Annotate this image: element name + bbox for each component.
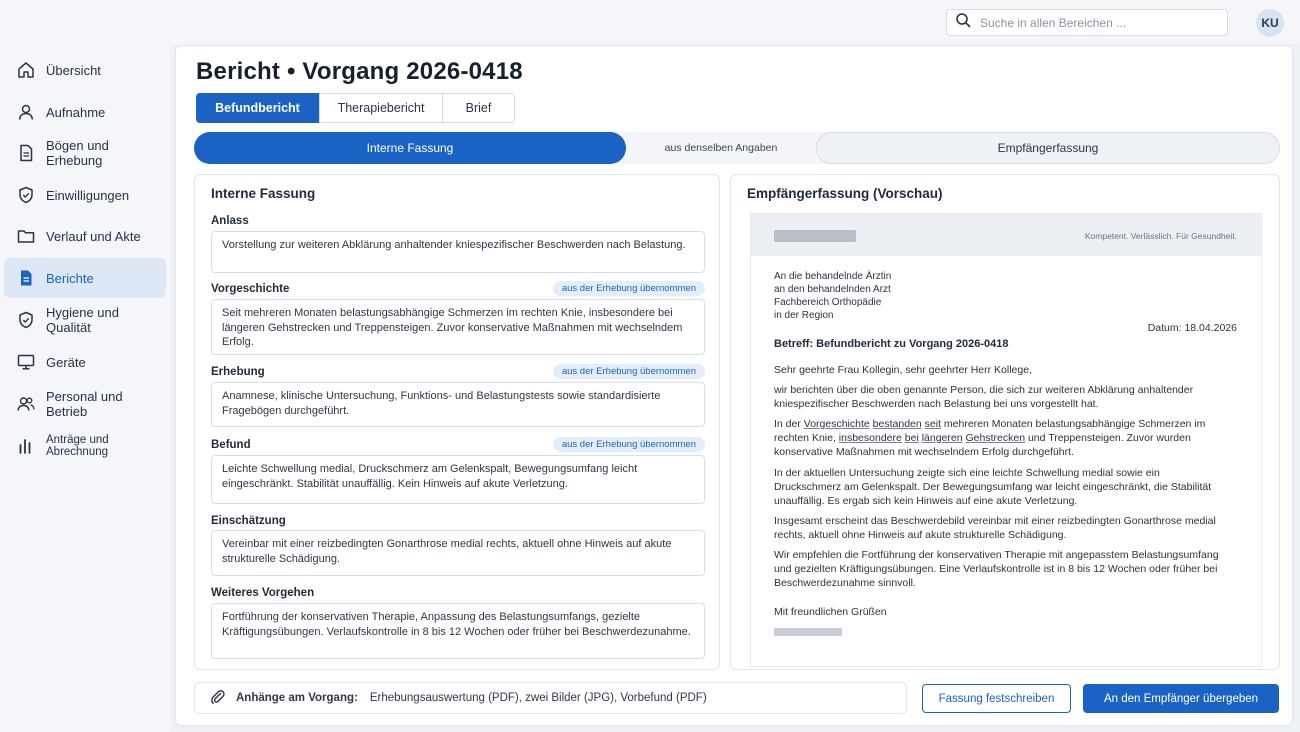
global-search[interactable]	[946, 9, 1228, 36]
einschaetzung-field[interactable]: Vereinbar mit einer reizbedingten Gonart…	[211, 530, 705, 576]
letter-closing: Mit freundlichen Grüßen	[774, 606, 887, 618]
erhebung-field[interactable]: Anamnese, klinische Untersuchung, Funkti…	[211, 382, 705, 427]
internal-version-card: Interne Fassung Anlass Vorstellung zur w…	[194, 174, 720, 670]
search-icon	[955, 12, 971, 33]
weiteres-vorgehen-field[interactable]: Fortführung der konservativen Therapie, …	[211, 603, 705, 659]
sidebar-item-verlauf[interactable]: Verlauf und Akte	[4, 216, 166, 256]
sidebar-item-hygiene[interactable]: Hygiene und Qualität	[4, 300, 166, 340]
shield-check-icon	[16, 310, 36, 330]
field-label-befund: Befund	[211, 439, 251, 451]
sidebar-item-label: Aufnahme	[46, 104, 106, 120]
letter-preview: Kompetent. Verlässlich. Für Gesundheit. …	[751, 214, 1261, 666]
sidebar: Übersicht Aufnahme Bögen und Erhebung Ei…	[0, 44, 170, 732]
letter-paragraph: In der Vorgeschichte bestanden seit mehr…	[774, 418, 1206, 458]
sidebar-item-boegen[interactable]: Bögen und Erhebung	[4, 133, 166, 173]
letter-paragraph: wir berichten über die oben genannte Per…	[774, 384, 1194, 410]
folder-icon	[16, 226, 36, 246]
anlass-field[interactable]: Vorstellung zur weiteren Abklärung anhal…	[211, 231, 705, 273]
avatar[interactable]: KU	[1256, 9, 1284, 37]
sidebar-item-label: Anträge und Abrechnung	[46, 434, 109, 458]
logo-placeholder	[774, 230, 856, 242]
signature-placeholder	[774, 628, 842, 636]
field-label-weiteres-vorgehen: Weiteres Vorgehen	[211, 587, 315, 599]
sidebar-item-uebersicht[interactable]: Übersicht	[4, 50, 166, 90]
tab-brief[interactable]: Brief	[442, 93, 515, 123]
recipient-preview-card: Empfängerfassung (Vorschau) Kompetent. V…	[730, 174, 1280, 670]
sidebar-item-geraete[interactable]: Geräte	[4, 342, 166, 382]
bar-chart-icon	[16, 436, 36, 456]
attachments-list[interactable]: Erhebungsauswertung (PDF), zwei Bilder (…	[370, 692, 707, 704]
letter-slogan: Kompetent. Verlässlich. Für Gesundheit.	[1084, 231, 1237, 241]
sidebar-item-label: Hygiene und Qualität	[46, 305, 119, 335]
sidebar-item-label: Geräte	[46, 354, 86, 370]
send-to-recipient-button[interactable]: An den Empfänger übergeben	[1083, 684, 1279, 713]
attachments-label: Anhänge am Vorgang:	[236, 692, 358, 704]
recipient-version-toggle[interactable]: Empfängerfassung	[816, 132, 1280, 164]
top-bar: KU	[0, 0, 1300, 44]
sidebar-item-label: Einwilligungen	[46, 187, 130, 203]
befund-field[interactable]: Leichte Schwellung medial, Druckschmerz …	[211, 455, 705, 504]
vorgeschichte-field[interactable]: Seit mehreren Monaten belastungsabhängig…	[211, 299, 705, 355]
version-switch-hint: aus denselben Angaben	[664, 142, 778, 154]
version-switch: Interne Fassung aus denselben Angaben Em…	[194, 132, 1280, 164]
sidebar-item-berichte[interactable]: Berichte	[4, 258, 166, 298]
letter-date: Datum: 18.04.2026	[1147, 322, 1237, 334]
paperclip-icon	[210, 689, 236, 708]
sidebar-item-label: Verlauf und Akte	[46, 228, 141, 244]
field-label-vorgeschichte: Vorgeschichte	[211, 283, 290, 295]
sidebar-item-antraege[interactable]: Anträge und Abrechnung	[4, 426, 166, 466]
letter-paragraph: In der aktuellen Untersuchung zeigte sic…	[774, 467, 1212, 507]
card-title: Empfängerfassung (Vorschau)	[747, 186, 943, 201]
sidebar-item-einwilligungen[interactable]: Einwilligungen	[4, 175, 166, 215]
attachments-bar: Anhänge am Vorgang: Erhebungsauswertung …	[194, 682, 907, 714]
field-label-anlass: Anlass	[211, 215, 249, 227]
monitor-icon	[16, 352, 36, 372]
sidebar-item-aufnahme[interactable]: Aufnahme	[4, 92, 166, 132]
people-icon	[16, 394, 36, 414]
letter-subject: Betreff: Befundbericht zu Vorgang 2026-0…	[774, 338, 1009, 350]
internal-version-toggle[interactable]: Interne Fassung	[194, 132, 626, 164]
sidebar-item-label: Personal und Betrieb	[46, 389, 123, 419]
sidebar-item-label: Übersicht	[46, 62, 101, 78]
source-badge: aus der Erhebung übernommen	[552, 281, 705, 296]
sidebar-item-label: Bögen und Erhebung	[46, 138, 109, 168]
field-label-erhebung: Erhebung	[211, 366, 265, 378]
user-icon	[16, 102, 36, 122]
shield-icon	[16, 185, 36, 205]
report-icon	[16, 268, 36, 288]
home-icon	[16, 60, 36, 80]
field-label-einschaetzung: Einschätzung	[211, 515, 286, 527]
tab-therapiebericht[interactable]: Therapiebericht	[319, 93, 443, 123]
page-title: Bericht • Vorgang 2026-0418	[196, 58, 523, 85]
sidebar-item-personal[interactable]: Personal und Betrieb	[4, 384, 166, 424]
letter-header: Kompetent. Verlässlich. Für Gesundheit.	[751, 214, 1261, 256]
source-badge: aus der Erhebung übernommen	[552, 437, 705, 452]
tab-befundbericht[interactable]: Befundbericht	[196, 93, 319, 123]
recipient-address: An die behandelnde Ärztin an den behande…	[774, 271, 892, 321]
document-icon	[16, 143, 36, 163]
search-input[interactable]	[980, 15, 1220, 30]
main-panel: Bericht • Vorgang 2026-0418 Befundberich…	[175, 45, 1293, 726]
sidebar-item-label: Berichte	[46, 270, 94, 286]
letter-paragraph: Insgesamt erscheint das Beschwerdebild v…	[774, 515, 1216, 541]
letter-salutation: Sehr geehrte Frau Kollegin, sehr geehrte…	[774, 364, 1032, 376]
lock-version-button[interactable]: Fassung festschreiben	[922, 684, 1071, 713]
source-badge: aus der Erhebung übernommen	[552, 364, 705, 379]
card-title: Interne Fassung	[211, 186, 316, 201]
letter-paragraph: Wir empfehlen die Fortführung der konser…	[774, 549, 1219, 589]
